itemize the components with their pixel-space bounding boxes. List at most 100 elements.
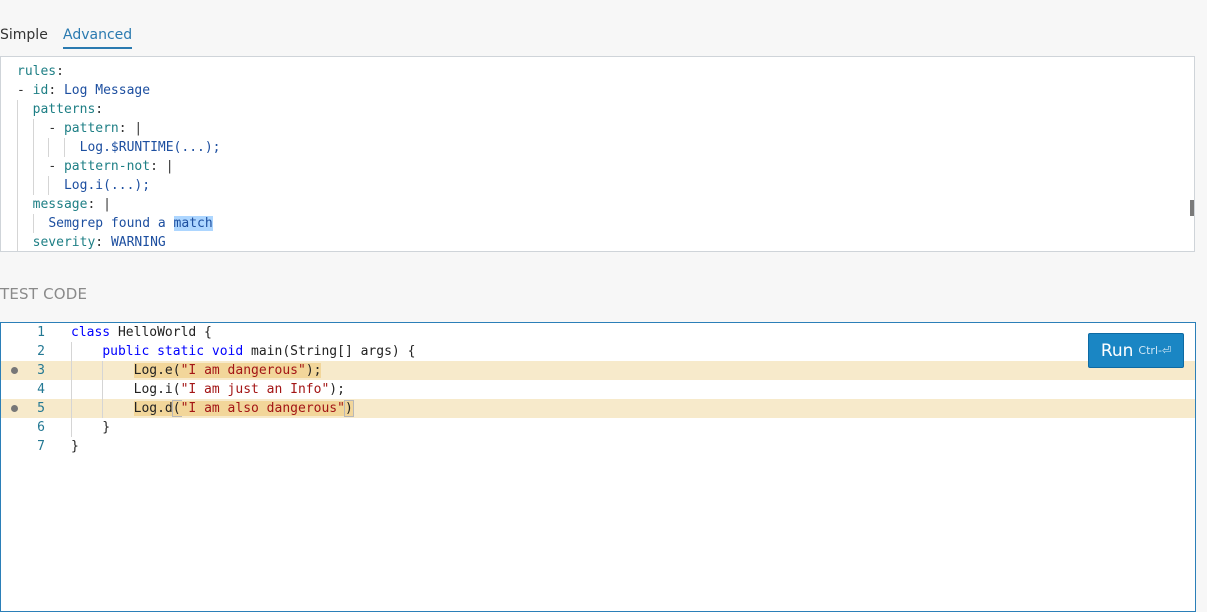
rule-line: rules: [17,62,221,81]
rule-line: - pattern: | [17,119,221,138]
rule-line-content: Log.i(...); [17,178,150,193]
code-token: HelloWorld { [110,325,212,340]
tab-advanced-label: Advanced [63,27,133,43]
code-token: Log.e( [133,363,181,378]
rule-yaml-editor[interactable]: rules: - id: Log Message patterns: - patter… [0,56,1195,252]
indent-guide [102,361,104,380]
tab-advanced[interactable]: Advanced [63,26,133,49]
indent-guide [71,361,72,380]
code-token: ); [305,363,322,378]
indent-guide [32,214,34,233]
rule-line-content: severity: WARNING [17,235,166,250]
code-token: "I am just an Info" [180,382,330,397]
code-token: Log.d [133,401,173,416]
rule-line: severity: WARNING [17,233,221,251]
code-line: 1 class HelloWorld { [1,323,1195,342]
code-line-content: Log.e("I am dangerous"); [71,361,322,380]
matched-code-line: 3 Log.e("I am dangerous"); [1,361,1195,380]
indent-guide [17,214,18,233]
indent-guide [102,399,104,418]
rule-line-content: - pattern-not: | [17,159,174,174]
code-token: ) [343,400,354,417]
rule-line-content: message: | [17,197,111,212]
rule-line-content: patterns: [17,102,103,117]
indent-guide [17,138,18,157]
rule-line-content: - pattern: | [17,121,142,136]
yaml-token: : | [87,197,111,212]
rule-line: Log.i(...); [17,176,221,195]
line-number: 6 [37,420,45,435]
code-line-content: public static void main(String[] args) { [71,342,415,361]
yaml-token: match [173,216,213,231]
code-token: } [71,439,79,454]
yaml-token: id [32,83,49,98]
yaml-token: pattern [63,121,119,136]
indent-guide [32,138,34,157]
yaml-token: WARNING [110,235,166,250]
rule-line: Semgrep found a match [17,214,221,233]
run-button[interactable]: Run Ctrl-⏎ [1088,333,1184,368]
code-token: ); [329,382,345,397]
code-line: 7} [1,437,1195,456]
code-line-content: } [71,418,110,437]
yaml-token: rules [17,64,57,79]
code-line-content: Log.d("I am also dangerous") [71,399,354,418]
code-line-content: Log.i("I am just an Info"); [71,380,345,399]
yaml-token: : [56,64,64,79]
match-marker-icon[interactable] [11,405,18,412]
yaml-token: message [32,197,88,212]
test-code-editor[interactable]: 1 class HelloWorld {2 public static void … [0,322,1196,612]
indent-guide [71,418,72,437]
line-number: 2 [37,344,45,359]
test-code-heading: TEST CODE [0,285,88,303]
rule-line-content: Semgrep found a match [17,216,213,231]
yaml-token: : | [118,121,143,136]
rule-line: message: | [17,195,221,214]
yaml-token: Log.i(...); [63,178,151,193]
rule-line: Log.$RUNTIME(...); [17,138,221,157]
rule-line: - id: Log Message [17,81,221,100]
code-token: main(String[] args) { [243,344,416,359]
line-number: 4 [37,382,45,397]
indent-guide [17,176,18,195]
indent-guide [48,138,50,157]
test-code-lines[interactable]: 1 class HelloWorld {2 public static void … [1,323,1195,456]
yaml-token: - [48,159,64,174]
yaml-token: : [48,83,64,98]
run-button-label: Run [1100,340,1134,361]
indent-guide [32,176,34,195]
indent-guide [71,399,72,418]
yaml-token: pattern-not [63,159,151,174]
yaml-token: patterns [32,102,96,117]
indent-guide [102,380,104,399]
match-marker-icon[interactable] [11,367,18,374]
code-line-content: } [71,437,79,456]
code-token: } [71,420,111,435]
yaml-token: : | [150,159,174,174]
code-line: 6 } [1,418,1195,437]
code-token: "I am also dangerous" [180,401,345,416]
indent-guide [71,380,72,399]
line-number: 3 [37,363,45,378]
run-shortcut-hint: Ctrl-⏎ [1138,344,1172,357]
matched-code-line: 5 Log.d("I am also dangerous") [1,399,1195,418]
indent-guide [63,138,65,157]
code-line-content: class HelloWorld { [71,323,212,342]
indent-guide [17,233,18,251]
indent-guide [32,157,34,176]
rule-line-content: - id: Log Message [17,83,150,98]
code-line: 2 public static void main(String[] args)… [1,342,1195,361]
rule-line-content: rules: [17,64,64,79]
indent-guide [32,119,34,138]
yaml-token: : [95,235,111,250]
code-token: Log.i( [71,382,181,397]
line-number: 1 [37,325,45,340]
tab-simple[interactable]: Simple [0,26,48,44]
code-token: public static void [102,344,244,359]
rule-editor-scrollbar[interactable] [1190,200,1194,216]
indent-guide [48,176,50,195]
yaml-token: - [17,83,33,98]
rule-line: patterns: [17,100,221,119]
rule-code-area[interactable]: rules: - id: Log Message patterns: - patter… [17,62,221,251]
